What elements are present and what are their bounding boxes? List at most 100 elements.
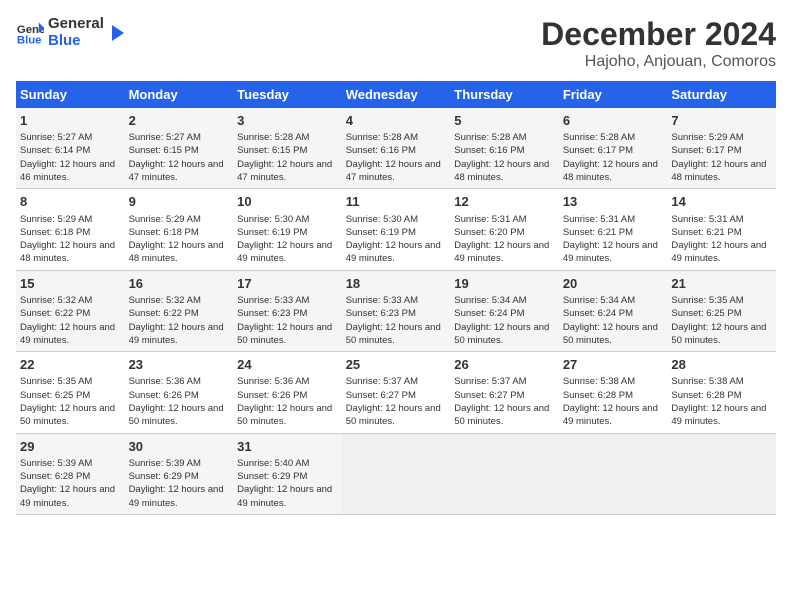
- week-row-4: 22 Sunrise: 5:35 AM Sunset: 6:25 PM Dayl…: [16, 352, 776, 433]
- sunrise-label: Sunrise: 5:28 AM: [563, 132, 635, 143]
- sunrise-label: Sunrise: 5:27 AM: [20, 132, 92, 143]
- daylight-label: Daylight: 12 hours and 49 minutes.: [454, 240, 549, 264]
- daylight-label: Daylight: 12 hours and 49 minutes.: [20, 322, 115, 346]
- daylight-label: Daylight: 12 hours and 48 minutes.: [129, 240, 224, 264]
- table-cell: 16 Sunrise: 5:32 AM Sunset: 6:22 PM Dayl…: [125, 270, 234, 351]
- table-cell: 5 Sunrise: 5:28 AM Sunset: 6:16 PM Dayli…: [450, 108, 559, 189]
- daylight-label: Daylight: 12 hours and 49 minutes.: [671, 403, 766, 427]
- sunrise-label: Sunrise: 5:28 AM: [346, 132, 418, 143]
- table-cell: 14 Sunrise: 5:31 AM Sunset: 6:21 PM Dayl…: [667, 189, 776, 270]
- day-number: 17: [237, 275, 338, 293]
- day-number: 26: [454, 356, 555, 374]
- sunset-label: Sunset: 6:16 PM: [346, 145, 416, 156]
- daylight-label: Daylight: 12 hours and 49 minutes.: [671, 240, 766, 264]
- day-number: 22: [20, 356, 121, 374]
- sunset-label: Sunset: 6:26 PM: [129, 390, 199, 401]
- daylight-label: Daylight: 12 hours and 48 minutes.: [671, 159, 766, 183]
- day-number: 3: [237, 112, 338, 130]
- sunrise-label: Sunrise: 5:31 AM: [563, 214, 635, 225]
- sunrise-label: Sunrise: 5:30 AM: [237, 214, 309, 225]
- sunset-label: Sunset: 6:28 PM: [563, 390, 633, 401]
- sunset-label: Sunset: 6:28 PM: [20, 471, 90, 482]
- week-row-2: 8 Sunrise: 5:29 AM Sunset: 6:18 PM Dayli…: [16, 189, 776, 270]
- sunset-label: Sunset: 6:15 PM: [129, 145, 199, 156]
- day-number: 15: [20, 275, 121, 293]
- daylight-label: Daylight: 12 hours and 47 minutes.: [237, 159, 332, 183]
- sunrise-label: Sunrise: 5:28 AM: [454, 132, 526, 143]
- sunset-label: Sunset: 6:27 PM: [346, 390, 416, 401]
- table-cell: 3 Sunrise: 5:28 AM Sunset: 6:15 PM Dayli…: [233, 108, 342, 189]
- sunset-label: Sunset: 6:29 PM: [129, 471, 199, 482]
- daylight-label: Daylight: 12 hours and 49 minutes.: [346, 240, 441, 264]
- day-number: 6: [563, 112, 664, 130]
- sunset-label: Sunset: 6:20 PM: [454, 227, 524, 238]
- day-number: 27: [563, 356, 664, 374]
- day-number: 21: [671, 275, 772, 293]
- day-number: 9: [129, 193, 230, 211]
- day-number: 13: [563, 193, 664, 211]
- daylight-label: Daylight: 12 hours and 50 minutes.: [454, 322, 549, 346]
- col-header-saturday: Saturday: [667, 81, 776, 108]
- daylight-label: Daylight: 12 hours and 46 minutes.: [20, 159, 115, 183]
- table-cell: 7 Sunrise: 5:29 AM Sunset: 6:17 PM Dayli…: [667, 108, 776, 189]
- week-row-5: 29 Sunrise: 5:39 AM Sunset: 6:28 PM Dayl…: [16, 433, 776, 514]
- sunrise-label: Sunrise: 5:39 AM: [129, 458, 201, 469]
- daylight-label: Daylight: 12 hours and 47 minutes.: [129, 159, 224, 183]
- day-number: 25: [346, 356, 447, 374]
- day-number: 29: [20, 438, 121, 456]
- sunset-label: Sunset: 6:22 PM: [129, 308, 199, 319]
- daylight-label: Daylight: 12 hours and 49 minutes.: [237, 484, 332, 508]
- sunset-label: Sunset: 6:22 PM: [20, 308, 90, 319]
- col-header-wednesday: Wednesday: [342, 81, 451, 108]
- day-number: 14: [671, 193, 772, 211]
- day-number: 18: [346, 275, 447, 293]
- day-number: 23: [129, 356, 230, 374]
- daylight-label: Daylight: 12 hours and 49 minutes.: [129, 484, 224, 508]
- col-header-monday: Monday: [125, 81, 234, 108]
- sunset-label: Sunset: 6:19 PM: [346, 227, 416, 238]
- sunrise-label: Sunrise: 5:39 AM: [20, 458, 92, 469]
- page-header: General Blue General Blue December 2024 …: [16, 16, 776, 71]
- day-number: 2: [129, 112, 230, 130]
- table-cell: 21 Sunrise: 5:35 AM Sunset: 6:25 PM Dayl…: [667, 270, 776, 351]
- sunset-label: Sunset: 6:26 PM: [237, 390, 307, 401]
- sunset-label: Sunset: 6:25 PM: [671, 308, 741, 319]
- col-header-friday: Friday: [559, 81, 668, 108]
- logo-arrow-icon: [108, 23, 128, 43]
- table-cell: 18 Sunrise: 5:33 AM Sunset: 6:23 PM Dayl…: [342, 270, 451, 351]
- sunset-label: Sunset: 6:21 PM: [671, 227, 741, 238]
- day-number: 30: [129, 438, 230, 456]
- sunrise-label: Sunrise: 5:31 AM: [454, 214, 526, 225]
- daylight-label: Daylight: 12 hours and 49 minutes.: [20, 484, 115, 508]
- sunset-label: Sunset: 6:15 PM: [237, 145, 307, 156]
- table-cell: 20 Sunrise: 5:34 AM Sunset: 6:24 PM Dayl…: [559, 270, 668, 351]
- day-number: 8: [20, 193, 121, 211]
- day-number: 31: [237, 438, 338, 456]
- table-cell: 13 Sunrise: 5:31 AM Sunset: 6:21 PM Dayl…: [559, 189, 668, 270]
- sunrise-label: Sunrise: 5:35 AM: [20, 376, 92, 387]
- sunset-label: Sunset: 6:29 PM: [237, 471, 307, 482]
- sunrise-label: Sunrise: 5:33 AM: [346, 295, 418, 306]
- day-number: 11: [346, 193, 447, 211]
- table-cell: 30 Sunrise: 5:39 AM Sunset: 6:29 PM Dayl…: [125, 433, 234, 514]
- daylight-label: Daylight: 12 hours and 50 minutes.: [20, 403, 115, 427]
- table-cell: [559, 433, 668, 514]
- daylight-label: Daylight: 12 hours and 48 minutes.: [563, 159, 658, 183]
- daylight-label: Daylight: 12 hours and 50 minutes.: [671, 322, 766, 346]
- table-cell: 25 Sunrise: 5:37 AM Sunset: 6:27 PM Dayl…: [342, 352, 451, 433]
- table-cell: 28 Sunrise: 5:38 AM Sunset: 6:28 PM Dayl…: [667, 352, 776, 433]
- sunrise-label: Sunrise: 5:38 AM: [671, 376, 743, 387]
- day-number: 28: [671, 356, 772, 374]
- day-number: 19: [454, 275, 555, 293]
- daylight-label: Daylight: 12 hours and 50 minutes.: [129, 403, 224, 427]
- table-cell: 24 Sunrise: 5:36 AM Sunset: 6:26 PM Dayl…: [233, 352, 342, 433]
- sunset-label: Sunset: 6:24 PM: [454, 308, 524, 319]
- sunset-label: Sunset: 6:27 PM: [454, 390, 524, 401]
- day-number: 1: [20, 112, 121, 130]
- sunrise-label: Sunrise: 5:33 AM: [237, 295, 309, 306]
- table-cell: 19 Sunrise: 5:34 AM Sunset: 6:24 PM Dayl…: [450, 270, 559, 351]
- table-cell: 22 Sunrise: 5:35 AM Sunset: 6:25 PM Dayl…: [16, 352, 125, 433]
- sunrise-label: Sunrise: 5:30 AM: [346, 214, 418, 225]
- day-number: 24: [237, 356, 338, 374]
- table-cell: 27 Sunrise: 5:38 AM Sunset: 6:28 PM Dayl…: [559, 352, 668, 433]
